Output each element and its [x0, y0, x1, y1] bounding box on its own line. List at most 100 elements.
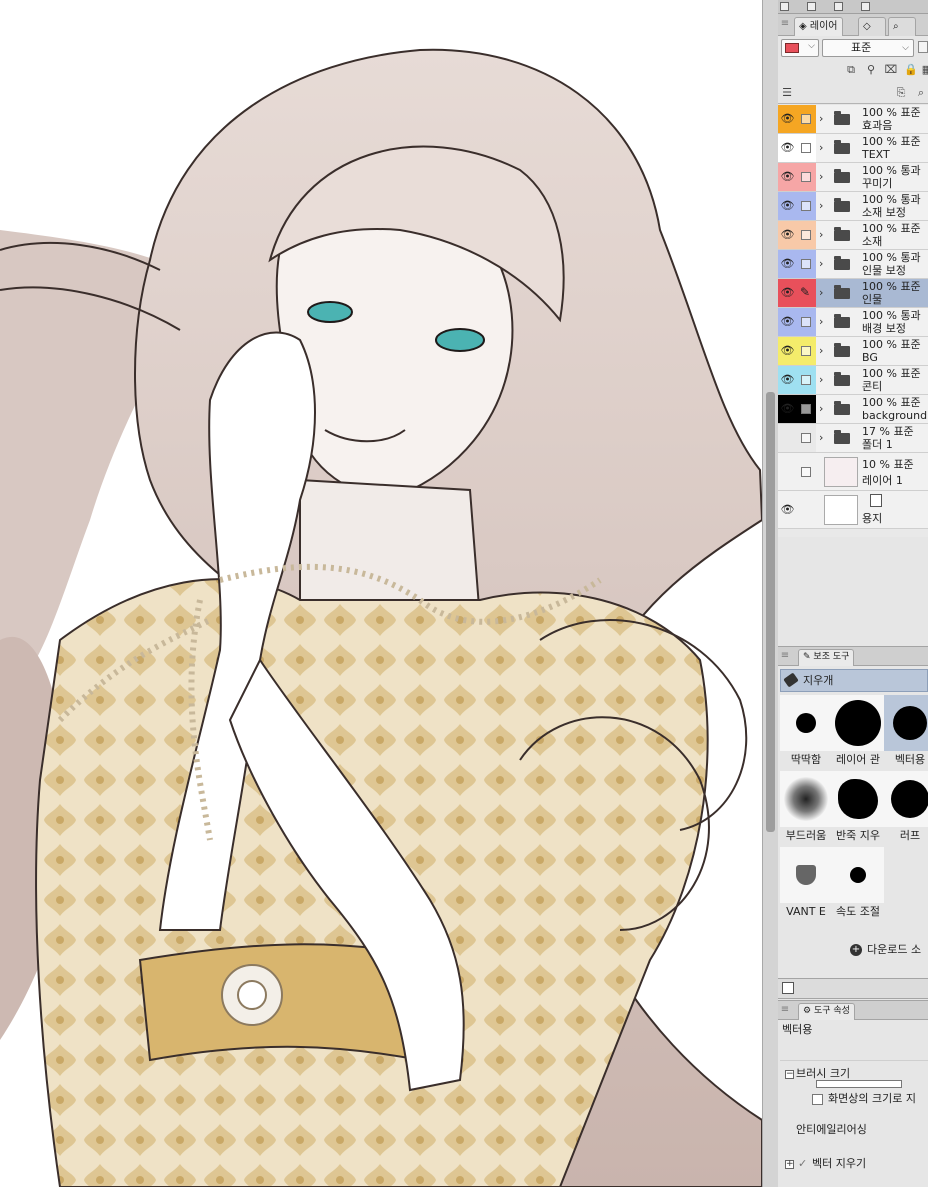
layer-color-tag[interactable]: [797, 105, 816, 133]
brush-tile[interactable]: 벡터용: [884, 695, 928, 771]
strip-button-2[interactable]: [807, 2, 816, 11]
layer-row[interactable]: 👁 › 100 % 표준 TEXT: [778, 134, 928, 163]
eye-hidden-icon[interactable]: [778, 453, 797, 491]
raster-layer-row[interactable]: 10 % 표준 레이어 1: [778, 453, 928, 491]
chevron-right-icon[interactable]: ›: [819, 279, 823, 307]
layer-color-tag[interactable]: [797, 192, 816, 220]
chevron-right-icon[interactable]: ›: [819, 308, 823, 336]
layer-color-dropdown[interactable]: ⌵: [781, 39, 819, 57]
opacity-toggle[interactable]: [918, 41, 928, 53]
canvas-vertical-scrollbar[interactable]: [762, 0, 778, 1187]
chevron-right-icon[interactable]: ›: [819, 424, 823, 452]
clip-icon[interactable]: ⧉: [844, 63, 858, 77]
subtool-settings-icon[interactable]: [782, 982, 794, 994]
chevron-right-icon[interactable]: ›: [819, 163, 823, 191]
layer-row[interactable]: 👁 › 100 % 표준 background: [778, 395, 928, 424]
eye-icon[interactable]: 👁: [778, 337, 797, 365]
chevron-right-icon[interactable]: ›: [819, 395, 823, 423]
eye-icon[interactable]: 👁: [778, 221, 797, 249]
layer-color-tag[interactable]: [797, 221, 816, 249]
tab-layer[interactable]: ◈ 레이어: [794, 17, 843, 36]
layer-row[interactable]: › 17 % 표준 폴더 1: [778, 424, 928, 453]
layer-menu-icon[interactable]: ☰: [780, 86, 794, 100]
eye-hidden-icon[interactable]: [778, 424, 797, 452]
eye-icon[interactable]: 👁: [778, 192, 797, 220]
reference-icon[interactable]: ⚲: [864, 63, 878, 77]
eye-icon[interactable]: 👁: [778, 279, 797, 307]
layer-row[interactable]: 👁 › 100 % 표준 소재: [778, 221, 928, 250]
layer-color-tag[interactable]: [797, 424, 816, 452]
tab-tool-property[interactable]: ⚙ 도구 속성: [798, 1003, 855, 1020]
layer-color-tag[interactable]: [797, 308, 816, 336]
layer-row[interactable]: 👁 › 100 % 표준 콘티: [778, 366, 928, 395]
tab-layer-search[interactable]: ⌕: [888, 17, 916, 36]
chevron-right-icon[interactable]: ›: [819, 105, 823, 133]
expand-icon[interactable]: +: [785, 1160, 794, 1169]
chevron-right-icon[interactable]: ›: [819, 221, 823, 249]
layer-color-tag[interactable]: ✎: [797, 279, 816, 307]
blend-mode-select[interactable]: 표준 ⌵: [822, 39, 914, 57]
panel-grip-icon[interactable]: ≡: [778, 15, 792, 35]
brush-tile[interactable]: VANT E: [780, 847, 832, 923]
scrollbar-thumb[interactable]: [766, 392, 775, 832]
eye-icon[interactable]: 👁: [778, 366, 797, 394]
download-more-link[interactable]: + 다운로드 소: [778, 936, 928, 964]
layer-opacity-mode: 100 % 통과: [862, 309, 921, 322]
layer-name: 소재 보정: [862, 206, 906, 219]
layer-row[interactable]: 👁 › 100 % 통과 배경 보정: [778, 308, 928, 337]
chevron-right-icon[interactable]: ›: [819, 366, 823, 394]
layer-row[interactable]: 👁 › 100 % 통과 소재 보정: [778, 192, 928, 221]
strip-button-3[interactable]: [834, 2, 843, 11]
brush-tile[interactable]: 부드러움: [780, 771, 832, 847]
layer-color-tag[interactable]: [797, 250, 816, 278]
eye-icon[interactable]: 👁: [778, 491, 797, 529]
panel-grip-icon[interactable]: ≡: [778, 647, 792, 667]
eye-icon[interactable]: 👁: [778, 105, 797, 133]
brush-tile[interactable]: 레이어 관: [832, 695, 884, 771]
layer-color-tag[interactable]: [797, 163, 816, 191]
eye-icon[interactable]: 👁: [778, 163, 797, 191]
brush-tile[interactable]: 딱딱함: [780, 695, 832, 771]
layer-color-tag[interactable]: [797, 453, 816, 491]
layer-color-tag[interactable]: [797, 134, 816, 162]
eye-icon[interactable]: 👁: [778, 395, 797, 423]
paper-layer-row[interactable]: 👁 용지: [778, 491, 928, 529]
chevron-right-icon[interactable]: ›: [819, 192, 823, 220]
chevron-right-icon[interactable]: ›: [819, 134, 823, 162]
brush-tile[interactable]: 속도 조절: [832, 847, 884, 923]
layer-row[interactable]: 👁 › 100 % 표준 효과음: [778, 105, 928, 134]
panel-grip-icon[interactable]: ≡: [778, 1001, 792, 1021]
chevron-right-icon[interactable]: ›: [819, 337, 823, 365]
layer-row[interactable]: 👁 ✎ › 100 % 표준 인물: [778, 279, 928, 308]
layer-color-tag[interactable]: [797, 366, 816, 394]
layer-search-icon[interactable]: ⌕: [914, 86, 928, 100]
drawing-canvas[interactable]: [0, 0, 762, 1187]
layer-color-tag[interactable]: [797, 337, 816, 365]
eye-icon[interactable]: 👁: [778, 134, 797, 162]
layer-color-tag[interactable]: [797, 395, 816, 423]
collapse-icon[interactable]: −: [785, 1070, 794, 1079]
new-layer-icon[interactable]: ⎘: [894, 86, 908, 100]
subtool-group-title[interactable]: 지우개: [780, 669, 928, 692]
strip-button-4[interactable]: [861, 2, 870, 11]
tab-subtool[interactable]: ✎ 보조 도구: [798, 649, 855, 666]
brush-name: 반죽 지우: [836, 829, 880, 842]
strip-button-1[interactable]: [780, 2, 789, 11]
lock-icon[interactable]: 🔒: [904, 63, 918, 77]
draft-icon[interactable]: ⌧: [884, 63, 898, 77]
layer-name: 소재: [862, 235, 883, 248]
brush-tile[interactable]: 러프: [884, 771, 928, 847]
layer-row[interactable]: 👁 › 100 % 표준 BG: [778, 337, 928, 366]
eye-icon[interactable]: 👁: [778, 308, 797, 336]
brush-size-slider[interactable]: [816, 1080, 902, 1088]
tab-layer-property[interactable]: ◇: [858, 17, 886, 36]
eye-icon[interactable]: 👁: [778, 250, 797, 278]
brush-tip-icon: [838, 779, 878, 819]
layer-row[interactable]: 👁 › 100 % 통과 꾸미기: [778, 163, 928, 192]
screen-size-checkbox[interactable]: [812, 1094, 823, 1105]
chevron-right-icon[interactable]: ›: [819, 250, 823, 278]
brush-tile[interactable]: 반죽 지우: [832, 771, 884, 847]
layer-row[interactable]: 👁 › 100 % 통과 인물 보정: [778, 250, 928, 279]
lock-transparent-icon[interactable]: ▦: [920, 63, 928, 77]
brush-preview: [884, 695, 928, 751]
